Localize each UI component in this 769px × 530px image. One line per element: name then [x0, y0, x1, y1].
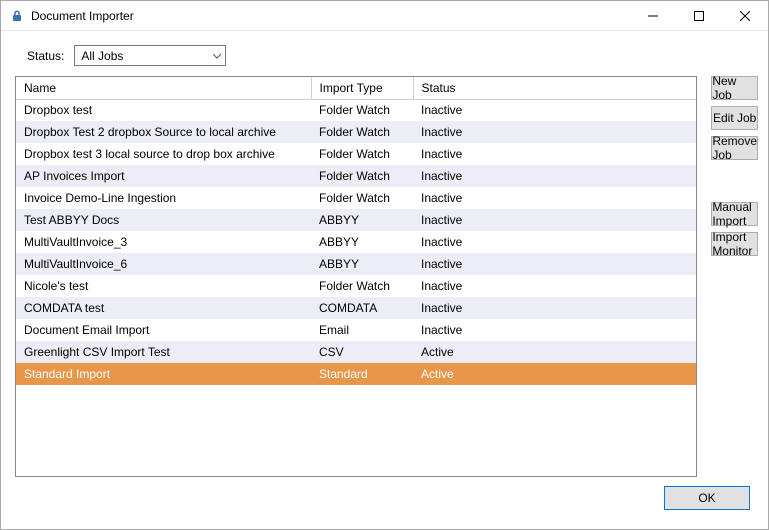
cell-import-type: Standard: [311, 363, 413, 385]
cell-import-type: Email: [311, 319, 413, 341]
side-buttons: New Job Edit Job Remove Job Manual Impor…: [711, 76, 758, 477]
cell-name: Document Email Import: [16, 319, 311, 341]
cell-status: Inactive: [413, 231, 696, 253]
cell-import-type: Folder Watch: [311, 143, 413, 165]
remove-job-button[interactable]: Remove Job: [711, 136, 758, 160]
chevron-down-icon: [213, 49, 221, 63]
cell-name: MultiVaultInvoice_6: [16, 253, 311, 275]
cell-name: COMDATA test: [16, 297, 311, 319]
cell-name: Standard Import: [16, 363, 311, 385]
cell-status: Active: [413, 363, 696, 385]
column-header-import-type[interactable]: Import Type: [311, 77, 413, 99]
table-row[interactable]: Nicole's testFolder WatchInactive: [16, 275, 696, 297]
cell-status: Inactive: [413, 297, 696, 319]
cell-import-type: Folder Watch: [311, 121, 413, 143]
edit-job-button[interactable]: Edit Job: [711, 106, 758, 130]
table-row[interactable]: Greenlight CSV Import TestCSVActive: [16, 341, 696, 363]
cell-import-type: ABBYY: [311, 209, 413, 231]
close-button[interactable]: [722, 1, 768, 30]
cell-status: Inactive: [413, 209, 696, 231]
minimize-button[interactable]: [630, 1, 676, 30]
cell-status: Inactive: [413, 121, 696, 143]
cell-name: Greenlight CSV Import Test: [16, 341, 311, 363]
cell-name: Dropbox Test 2 dropbox Source to local a…: [16, 121, 311, 143]
ok-button[interactable]: OK: [664, 486, 750, 510]
cell-name: Invoice Demo-Line Ingestion: [16, 187, 311, 209]
column-header-status[interactable]: Status: [413, 77, 696, 99]
status-filter-value: All Jobs: [81, 49, 123, 63]
cell-import-type: CSV: [311, 341, 413, 363]
maximize-button[interactable]: [676, 1, 722, 30]
status-filter-dropdown[interactable]: All Jobs: [74, 45, 226, 66]
column-header-name[interactable]: Name: [16, 77, 311, 99]
cell-import-type: Folder Watch: [311, 275, 413, 297]
table-row[interactable]: COMDATA testCOMDATAInactive: [16, 297, 696, 319]
cell-name: AP Invoices Import: [16, 165, 311, 187]
cell-import-type: Folder Watch: [311, 187, 413, 209]
cell-status: Inactive: [413, 275, 696, 297]
cell-name: MultiVaultInvoice_3: [16, 231, 311, 253]
cell-name: Nicole's test: [16, 275, 311, 297]
table-row[interactable]: Dropbox testFolder WatchInactive: [16, 99, 696, 121]
table-row[interactable]: Test ABBYY DocsABBYYInactive: [16, 209, 696, 231]
table-row[interactable]: Dropbox Test 2 dropbox Source to local a…: [16, 121, 696, 143]
table-row[interactable]: Standard ImportStandardActive: [16, 363, 696, 385]
table-row[interactable]: Dropbox test 3 local source to drop box …: [16, 143, 696, 165]
main-row: Name Import Type Status Dropbox testFold…: [15, 76, 758, 477]
cell-import-type: Folder Watch: [311, 165, 413, 187]
cell-status: Active: [413, 341, 696, 363]
cell-import-type: ABBYY: [311, 231, 413, 253]
footer: OK: [15, 477, 758, 519]
cell-status: Inactive: [413, 187, 696, 209]
cell-import-type: COMDATA: [311, 297, 413, 319]
cell-status: Inactive: [413, 253, 696, 275]
table-header-row: Name Import Type Status: [16, 77, 696, 99]
lock-icon: [9, 8, 25, 24]
cell-status: Inactive: [413, 143, 696, 165]
manual-import-button[interactable]: Manual Import: [711, 202, 758, 226]
window: Document Importer Status: All Jobs: [0, 0, 769, 530]
cell-status: Inactive: [413, 319, 696, 341]
window-title: Document Importer: [31, 9, 134, 23]
status-label: Status:: [27, 49, 64, 63]
cell-name: Dropbox test: [16, 99, 311, 121]
filter-row: Status: All Jobs: [27, 45, 758, 66]
cell-status: Inactive: [413, 165, 696, 187]
table-row[interactable]: Document Email ImportEmailInactive: [16, 319, 696, 341]
new-job-button[interactable]: New Job: [711, 76, 758, 100]
titlebar: Document Importer: [1, 1, 768, 31]
cell-status: Inactive: [413, 99, 696, 121]
table-row[interactable]: AP Invoices ImportFolder WatchInactive: [16, 165, 696, 187]
table-row[interactable]: MultiVaultInvoice_3ABBYYInactive: [16, 231, 696, 253]
table-row[interactable]: MultiVaultInvoice_6ABBYYInactive: [16, 253, 696, 275]
client-area: Status: All Jobs Name Import Type: [1, 31, 768, 529]
cell-name: Test ABBYY Docs: [16, 209, 311, 231]
cell-import-type: Folder Watch: [311, 99, 413, 121]
window-controls: [630, 1, 768, 30]
import-monitor-button[interactable]: Import Monitor: [711, 232, 758, 256]
table-row[interactable]: Invoice Demo-Line IngestionFolder WatchI…: [16, 187, 696, 209]
jobs-table: Name Import Type Status Dropbox testFold…: [15, 76, 697, 477]
cell-import-type: ABBYY: [311, 253, 413, 275]
cell-name: Dropbox test 3 local source to drop box …: [16, 143, 311, 165]
